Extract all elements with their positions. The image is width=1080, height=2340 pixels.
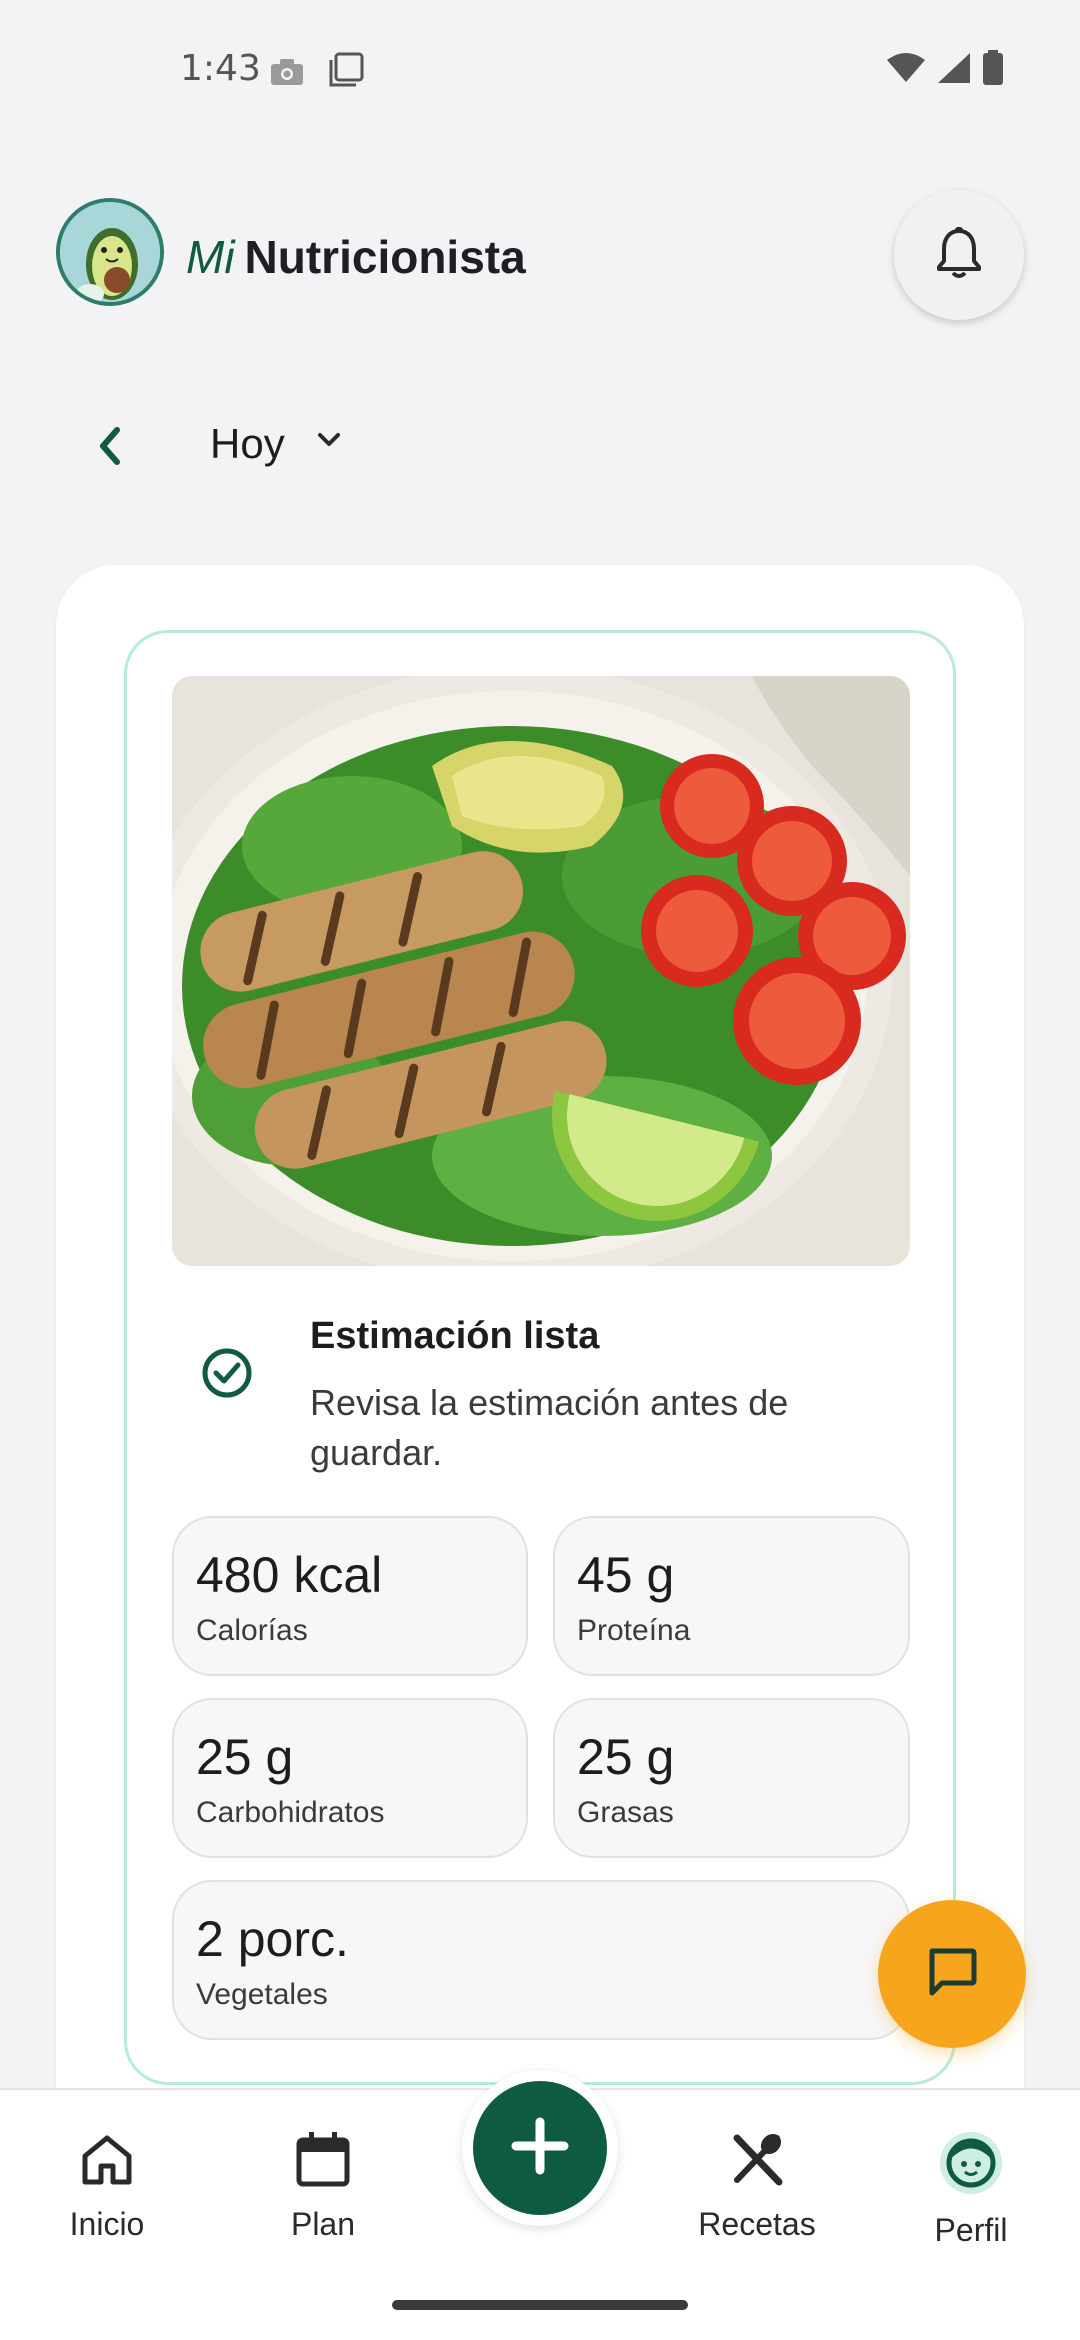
nav-item-recetas[interactable]: Recetas — [672, 2130, 842, 2260]
status-time: 1:43 — [180, 48, 261, 89]
metric-vegetables: 2 porc. Vegetales — [172, 1880, 910, 2040]
grilled-chicken-salad-photo — [172, 676, 910, 1266]
chevron-down-icon[interactable] — [316, 430, 342, 454]
nav-label: Perfil — [934, 2212, 1008, 2248]
metric-label: Vegetales — [196, 1978, 328, 2011]
add-button-circle — [473, 2081, 607, 2215]
metric-value: 45 g — [577, 1547, 675, 1603]
metric-calories: 480 kcal Calorías — [172, 1516, 528, 1676]
metric-value: 25 g — [577, 1729, 675, 1785]
nav-label: Plan — [290, 2206, 356, 2242]
screenshot-icon — [328, 52, 364, 92]
metric-fats: 25 g Grasas — [553, 1698, 910, 1858]
back-button[interactable] — [80, 418, 140, 478]
battery-icon — [982, 50, 1004, 90]
metric-value: 25 g — [196, 1729, 294, 1785]
add-meal-button[interactable] — [462, 2070, 618, 2226]
nav-item-plan[interactable]: Plan — [238, 2130, 408, 2260]
metric-label: Carbohidratos — [196, 1796, 385, 1829]
date-selector: Hoy — [0, 400, 1080, 490]
wifi-icon — [886, 52, 926, 88]
chat-button[interactable] — [878, 1900, 1026, 2048]
home-indicator[interactable] — [392, 2300, 688, 2310]
metric-label: Grasas — [577, 1796, 674, 1829]
date-dropdown[interactable]: Hoy — [210, 420, 285, 468]
metric-protein: 45 g Proteína — [553, 1516, 910, 1676]
plus-icon — [510, 2116, 570, 2180]
utensils-icon — [727, 2130, 787, 2194]
app-title: Mi Nutricionista — [186, 230, 526, 284]
nav-label: Inicio — [69, 2206, 145, 2242]
estimate-title: Estimación lista — [310, 1315, 600, 1357]
profile-face-icon — [938, 2130, 1004, 2200]
home-icon — [77, 2130, 137, 2194]
nav-item-inicio[interactable]: Inicio — [22, 2130, 192, 2260]
camera-icon — [270, 58, 304, 90]
avocado-avatar-icon[interactable] — [56, 198, 164, 306]
calendar-icon — [293, 2130, 353, 2194]
chevron-left-icon — [95, 426, 125, 470]
bell-icon — [935, 227, 983, 283]
status-bar: 1:43 — [0, 0, 1080, 140]
metric-value: 480 kcal — [196, 1547, 383, 1603]
metric-value: 2 porc. — [196, 1911, 349, 1967]
app-header: Mi Nutricionista — [0, 190, 1080, 330]
notification-button[interactable] — [894, 190, 1024, 320]
app-title-prefix: Mi — [186, 231, 235, 283]
metric-label: Proteína — [577, 1614, 691, 1647]
estimate-subtitle: Revisa la estimación antes de guardar. — [310, 1382, 789, 1473]
signal-icon — [936, 51, 972, 89]
metric-label: Calorías — [196, 1614, 308, 1647]
metric-carbs: 25 g Carbohidratos — [172, 1698, 528, 1858]
nav-label: Recetas — [698, 2206, 816, 2242]
check-circle-icon — [200, 1346, 254, 1404]
nav-item-perfil[interactable]: Perfil — [886, 2130, 1056, 2260]
chat-icon — [926, 1947, 978, 2001]
app-title-main: Nutricionista — [244, 231, 526, 283]
estimate-status: Estimación lista Revisa la estimación an… — [172, 1310, 910, 1480]
